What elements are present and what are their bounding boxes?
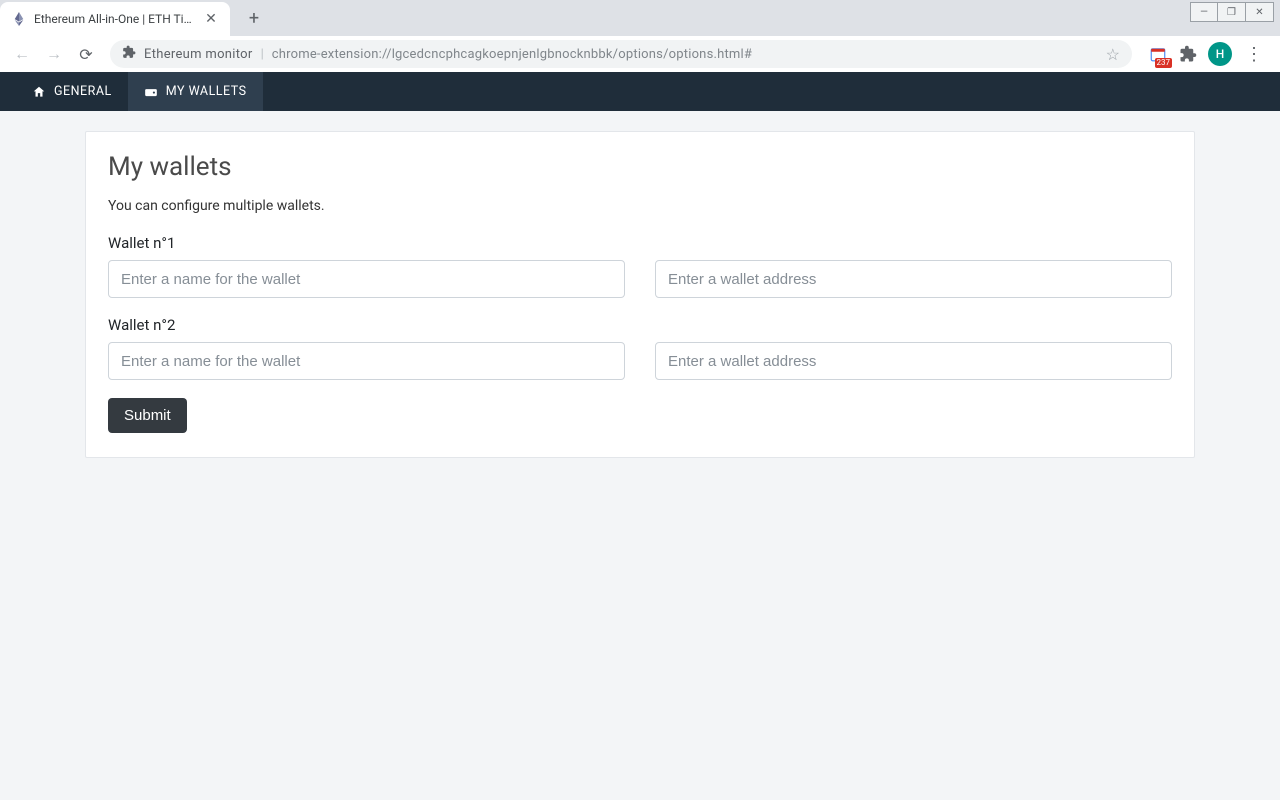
extension-puzzle-icon	[122, 45, 136, 63]
extension-badge: 237	[1155, 58, 1173, 68]
profile-avatar[interactable]: H	[1208, 42, 1232, 66]
nav-my-wallets-label: MY WALLETS	[166, 84, 247, 99]
nav-general[interactable]: GENERAL	[16, 72, 128, 111]
omnibox-separator: |	[261, 47, 264, 62]
omnibox-url: chrome-extension://lgcedcncphcagkoepnjen…	[272, 47, 752, 62]
wallet-1-label: Wallet n°1	[108, 234, 1172, 252]
avatar-letter: H	[1216, 47, 1225, 61]
forward-button[interactable]: →	[40, 40, 68, 68]
close-icon[interactable]: ✕	[204, 12, 218, 26]
bookmark-star-icon[interactable]: ☆	[1106, 45, 1120, 64]
new-tab-button[interactable]: +	[240, 4, 268, 32]
maximize-button[interactable]: ❐	[1218, 2, 1246, 22]
wallet-1-address-input[interactable]	[655, 260, 1172, 298]
nav-my-wallets[interactable]: MY WALLETS	[128, 72, 263, 111]
tab-strip: Ethereum All-in-One | ETH Ticker ✕ + — ❐…	[0, 0, 1280, 36]
address-bar[interactable]: Ethereum monitor | chrome-extension://lg…	[110, 40, 1132, 68]
close-window-button[interactable]: ✕	[1246, 2, 1274, 22]
minimize-button[interactable]: —	[1190, 2, 1218, 22]
wallets-card: My wallets You can configure multiple wa…	[85, 131, 1195, 458]
browser-tab[interactable]: Ethereum All-in-One | ETH Ticker ✕	[0, 2, 230, 36]
wallet-icon	[144, 85, 158, 99]
wallet-2-label: Wallet n°2	[108, 316, 1172, 334]
browser-toolbar: ← → ⟳ Ethereum monitor | chrome-extensio…	[0, 36, 1280, 72]
extensions-puzzle-icon[interactable]	[1178, 44, 1198, 64]
reload-button[interactable]: ⟳	[72, 40, 100, 68]
home-icon	[32, 85, 46, 99]
page-subtitle: You can configure multiple wallets.	[108, 198, 1172, 214]
page-content: GENERAL MY WALLETS My wallets You can co…	[0, 72, 1280, 800]
wallet-2-address-input[interactable]	[655, 342, 1172, 380]
nav-general-label: GENERAL	[54, 84, 112, 99]
page-title: My wallets	[108, 152, 1172, 182]
wallet-1-name-input[interactable]	[108, 260, 625, 298]
extensions-area: 237 H ⋮	[1142, 42, 1272, 66]
window-controls: — ❐ ✕	[1190, 2, 1274, 22]
browser-menu-icon[interactable]: ⋮	[1242, 44, 1266, 65]
calendar-extension-icon[interactable]: 237	[1148, 44, 1168, 64]
tab-title: Ethereum All-in-One | ETH Ticker	[34, 12, 196, 26]
top-nav: GENERAL MY WALLETS	[0, 72, 1280, 111]
wallet-2-name-input[interactable]	[108, 342, 625, 380]
submit-button[interactable]: Submit	[108, 398, 187, 433]
back-button[interactable]: ←	[8, 40, 36, 68]
browser-chrome: Ethereum All-in-One | ETH Ticker ✕ + — ❐…	[0, 0, 1280, 72]
ethereum-icon	[12, 12, 26, 26]
omnibox-app-name: Ethereum monitor	[144, 47, 253, 62]
